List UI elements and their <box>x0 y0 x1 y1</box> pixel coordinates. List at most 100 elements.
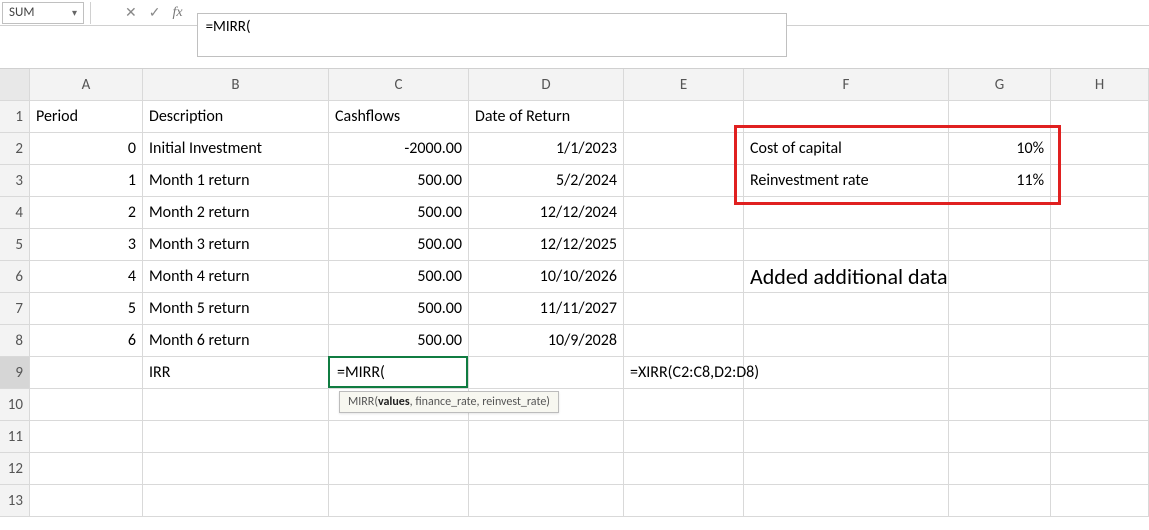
row-header-9[interactable]: 9 <box>0 357 30 389</box>
cell-E12[interactable] <box>624 453 744 485</box>
cell-G4[interactable] <box>949 197 1051 229</box>
cell-E7[interactable] <box>624 293 744 325</box>
cell-C8[interactable]: 500.00 <box>329 325 469 357</box>
cell-B12[interactable] <box>143 453 329 485</box>
cell-G10[interactable] <box>949 389 1051 421</box>
cell-B5[interactable]: Month 3 return <box>143 229 329 261</box>
cell-E9[interactable]: =XIRR(C2:C8,D2:D8) <box>624 357 744 389</box>
cell-C11[interactable] <box>329 421 469 453</box>
cell-C5[interactable]: 500.00 <box>329 229 469 261</box>
cell-H3[interactable] <box>1051 165 1149 197</box>
cell-G9[interactable] <box>949 357 1051 389</box>
name-box[interactable]: SUM ▾ <box>2 2 84 24</box>
select-all-corner[interactable] <box>0 69 30 101</box>
cell-E3[interactable] <box>624 165 744 197</box>
cell-H13[interactable] <box>1051 485 1149 517</box>
cell-C6[interactable]: 500.00 <box>329 261 469 293</box>
cell-E1[interactable] <box>624 101 744 133</box>
cell-D11[interactable] <box>469 421 624 453</box>
cell-A4[interactable]: 2 <box>30 197 143 229</box>
row-header-5[interactable]: 5 <box>0 229 30 261</box>
cell-C12[interactable] <box>329 453 469 485</box>
row-header-13[interactable]: 13 <box>0 485 30 517</box>
col-header-C[interactable]: C <box>329 69 469 101</box>
cell-A1[interactable]: Period <box>30 101 143 133</box>
cell-E10[interactable] <box>624 389 744 421</box>
cell-B7[interactable]: Month 5 return <box>143 293 329 325</box>
cell-F5[interactable] <box>744 229 949 261</box>
cell-E11[interactable] <box>624 421 744 453</box>
cell-G8[interactable] <box>949 325 1051 357</box>
row-header-11[interactable]: 11 <box>0 421 30 453</box>
cell-C1[interactable]: Cashflows <box>329 101 469 133</box>
cell-E8[interactable] <box>624 325 744 357</box>
row-header-3[interactable]: 3 <box>0 165 30 197</box>
cell-F13[interactable] <box>744 485 949 517</box>
cell-A9[interactable] <box>30 357 143 389</box>
cell-D5[interactable]: 12/12/2025 <box>469 229 624 261</box>
cell-E5[interactable] <box>624 229 744 261</box>
cell-B13[interactable] <box>143 485 329 517</box>
cell-A11[interactable] <box>30 421 143 453</box>
cell-A5[interactable]: 3 <box>30 229 143 261</box>
cell-G5[interactable] <box>949 229 1051 261</box>
cell-D7[interactable]: 11/11/2027 <box>469 293 624 325</box>
cell-E4[interactable] <box>624 197 744 229</box>
fx-icon[interactable]: fx <box>172 6 182 20</box>
col-header-F[interactable]: F <box>744 69 949 101</box>
cell-F7[interactable] <box>744 293 949 325</box>
cell-B1[interactable]: Description <box>143 101 329 133</box>
formula-bar[interactable]: =MIRR( <box>197 13 787 57</box>
cell-H5[interactable] <box>1051 229 1149 261</box>
col-header-B[interactable]: B <box>143 69 329 101</box>
cell-G2[interactable]: 10% <box>949 133 1051 165</box>
cell-G11[interactable] <box>949 421 1051 453</box>
cell-B8[interactable]: Month 6 return <box>143 325 329 357</box>
cell-H11[interactable] <box>1051 421 1149 453</box>
spreadsheet-grid[interactable]: ABCDEFGH1PeriodDescriptionCashflowsDate … <box>0 68 1149 517</box>
cell-F10[interactable] <box>744 389 949 421</box>
cell-A7[interactable]: 5 <box>30 293 143 325</box>
cell-F2[interactable]: Cost of capital <box>744 133 949 165</box>
cell-G1[interactable] <box>949 101 1051 133</box>
row-header-4[interactable]: 4 <box>0 197 30 229</box>
cell-A2[interactable]: 0 <box>30 133 143 165</box>
cell-G6[interactable] <box>949 261 1051 293</box>
cell-G12[interactable] <box>949 453 1051 485</box>
row-header-1[interactable]: 1 <box>0 101 30 133</box>
cell-B9[interactable]: IRR <box>143 357 329 389</box>
cell-D13[interactable] <box>469 485 624 517</box>
cell-H8[interactable] <box>1051 325 1149 357</box>
cell-C3[interactable]: 500.00 <box>329 165 469 197</box>
cell-F3[interactable]: Reinvestment rate <box>744 165 949 197</box>
cell-C13[interactable] <box>329 485 469 517</box>
cell-B3[interactable]: Month 1 return <box>143 165 329 197</box>
cell-E13[interactable] <box>624 485 744 517</box>
cell-A10[interactable] <box>30 389 143 421</box>
cell-C7[interactable]: 500.00 <box>329 293 469 325</box>
enter-icon[interactable]: ✓ <box>149 6 161 20</box>
col-header-H[interactable]: H <box>1051 69 1149 101</box>
cell-D3[interactable]: 5/2/2024 <box>469 165 624 197</box>
cell-E2[interactable] <box>624 133 744 165</box>
row-header-12[interactable]: 12 <box>0 453 30 485</box>
cell-D2[interactable]: 1/1/2023 <box>469 133 624 165</box>
cell-edit-input[interactable] <box>335 357 462 388</box>
cell-F4[interactable] <box>744 197 949 229</box>
cell-D12[interactable] <box>469 453 624 485</box>
cell-H9[interactable] <box>1051 357 1149 389</box>
row-header-7[interactable]: 7 <box>0 293 30 325</box>
col-header-G[interactable]: G <box>949 69 1051 101</box>
cell-H6[interactable] <box>1051 261 1149 293</box>
cell-B6[interactable]: Month 4 return <box>143 261 329 293</box>
row-header-8[interactable]: 8 <box>0 325 30 357</box>
cell-F1[interactable] <box>744 101 949 133</box>
cell-D4[interactable]: 12/12/2024 <box>469 197 624 229</box>
cell-H10[interactable] <box>1051 389 1149 421</box>
cell-D1[interactable]: Date of Return <box>469 101 624 133</box>
cell-D8[interactable]: 10/9/2028 <box>469 325 624 357</box>
cell-G3[interactable]: 11% <box>949 165 1051 197</box>
cell-F8[interactable] <box>744 325 949 357</box>
cell-B10[interactable] <box>143 389 329 421</box>
cell-E6[interactable] <box>624 261 744 293</box>
